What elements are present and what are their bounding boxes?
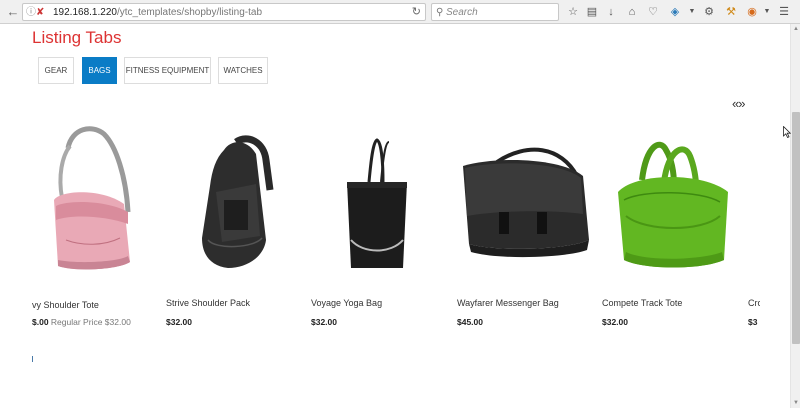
black-tote-bag-image[interactable] bbox=[311, 120, 456, 290]
download-icon[interactable]: ↓ bbox=[603, 3, 619, 21]
search-placeholder: Search bbox=[446, 7, 478, 18]
product-regular-price: $32.00 bbox=[104, 317, 131, 327]
extension-puzzle-icon[interactable]: ◉ bbox=[744, 3, 760, 21]
extension-globe-icon[interactable]: ◈ bbox=[667, 3, 683, 21]
product-regular-price-label: Regular Price bbox=[50, 317, 103, 327]
page-title: Listing Tabs bbox=[32, 28, 122, 47]
search-icon: ⚲ bbox=[436, 7, 444, 18]
product-card[interactable]: vy Shoulder Tote $.00 Regular Price $32.… bbox=[32, 120, 177, 340]
tab-watches[interactable]: WATCHES bbox=[218, 57, 268, 84]
product-price: $45.00 bbox=[457, 317, 483, 327]
extension-tool-icon[interactable]: ⚒ bbox=[723, 3, 739, 21]
product-price: $3 bbox=[748, 317, 758, 327]
back-arrow-icon[interactable]: ← bbox=[4, 3, 22, 21]
product-price: $.00 Regular Price $32.00 bbox=[32, 317, 131, 327]
tab-fitness-equipment[interactable]: FITNESS EQUIPMENT bbox=[124, 57, 211, 84]
product-card[interactable]: Voyage Yoga Bag $32.00 bbox=[311, 120, 456, 340]
reload-icon[interactable]: ↻ bbox=[412, 5, 421, 20]
url-path: /ytc_templates/shopby/listing-tab bbox=[116, 7, 263, 18]
tab-bags[interactable]: BAGS bbox=[82, 57, 117, 84]
extension-dropdown-icon[interactable]: ▼ bbox=[684, 3, 700, 21]
product-name[interactable]: Compete Track Tote bbox=[602, 298, 682, 308]
product-price: $32.00 bbox=[166, 317, 192, 327]
settings-gear-icon[interactable]: ⚙ bbox=[701, 3, 717, 21]
product-price: $32.00 bbox=[602, 317, 628, 327]
site-info-icon[interactable]: ⓘ✘ bbox=[26, 5, 44, 20]
product-price: $32.00 bbox=[311, 317, 337, 327]
product-card[interactable]: Compete Track Tote $32.00 bbox=[602, 120, 747, 340]
product-name[interactable]: vy Shoulder Tote bbox=[32, 300, 99, 310]
browser-search-box[interactable]: ⚲ Search bbox=[431, 3, 559, 21]
black-messenger-bag-image[interactable] bbox=[457, 120, 602, 290]
extension-menu-dropdown-icon[interactable]: ▼ bbox=[759, 3, 775, 21]
pagination-marker bbox=[32, 356, 33, 362]
scroll-down-arrow-icon[interactable]: ▼ bbox=[791, 400, 800, 406]
black-sling-backpack-image[interactable] bbox=[166, 120, 311, 290]
url-bar[interactable]: ⓘ✘ 192.168.1.220/ytc_templates/shopby/li… bbox=[22, 3, 426, 21]
product-carousel: vy Shoulder Tote $.00 Regular Price $32.… bbox=[0, 120, 760, 340]
product-name[interactable]: Voyage Yoga Bag bbox=[311, 298, 382, 308]
scroll-up-arrow-icon[interactable]: ▲ bbox=[791, 26, 800, 32]
green-track-tote-image[interactable] bbox=[602, 120, 747, 290]
tab-gear[interactable]: GEAR bbox=[38, 57, 74, 84]
reading-list-icon[interactable]: ▤ bbox=[584, 3, 600, 21]
url-text: 192.168.1.220/ytc_templates/shopby/listi… bbox=[53, 5, 262, 20]
home-icon[interactable]: ⌂ bbox=[624, 3, 640, 21]
pink-shoulder-tote-image[interactable] bbox=[32, 120, 177, 290]
carousel-nav-arrows[interactable]: «» bbox=[732, 96, 746, 111]
mouse-cursor-icon bbox=[783, 126, 791, 138]
product-card[interactable]: Cro $3 bbox=[748, 120, 760, 340]
page-scrollbar[interactable]: ▲ ▼ bbox=[790, 24, 800, 408]
product-name[interactable]: Strive Shoulder Pack bbox=[166, 298, 250, 308]
browser-toolbar: ← ⓘ✘ 192.168.1.220/ytc_templates/shopby/… bbox=[0, 0, 800, 24]
product-card[interactable]: Strive Shoulder Pack $32.00 bbox=[166, 120, 311, 340]
product-name[interactable]: Cro bbox=[748, 298, 760, 308]
product-card[interactable]: Wayfarer Messenger Bag $45.00 bbox=[457, 120, 602, 340]
hamburger-menu-icon[interactable]: ☰ bbox=[776, 3, 792, 21]
bookmark-star-icon[interactable]: ☆ bbox=[565, 3, 581, 21]
product-name[interactable]: Wayfarer Messenger Bag bbox=[457, 298, 559, 308]
scroll-thumb[interactable] bbox=[792, 112, 800, 344]
url-host: 192.168.1.220 bbox=[53, 7, 117, 18]
pocket-icon[interactable]: ♡ bbox=[645, 3, 661, 21]
product-special-price: $.00 bbox=[32, 317, 49, 327]
